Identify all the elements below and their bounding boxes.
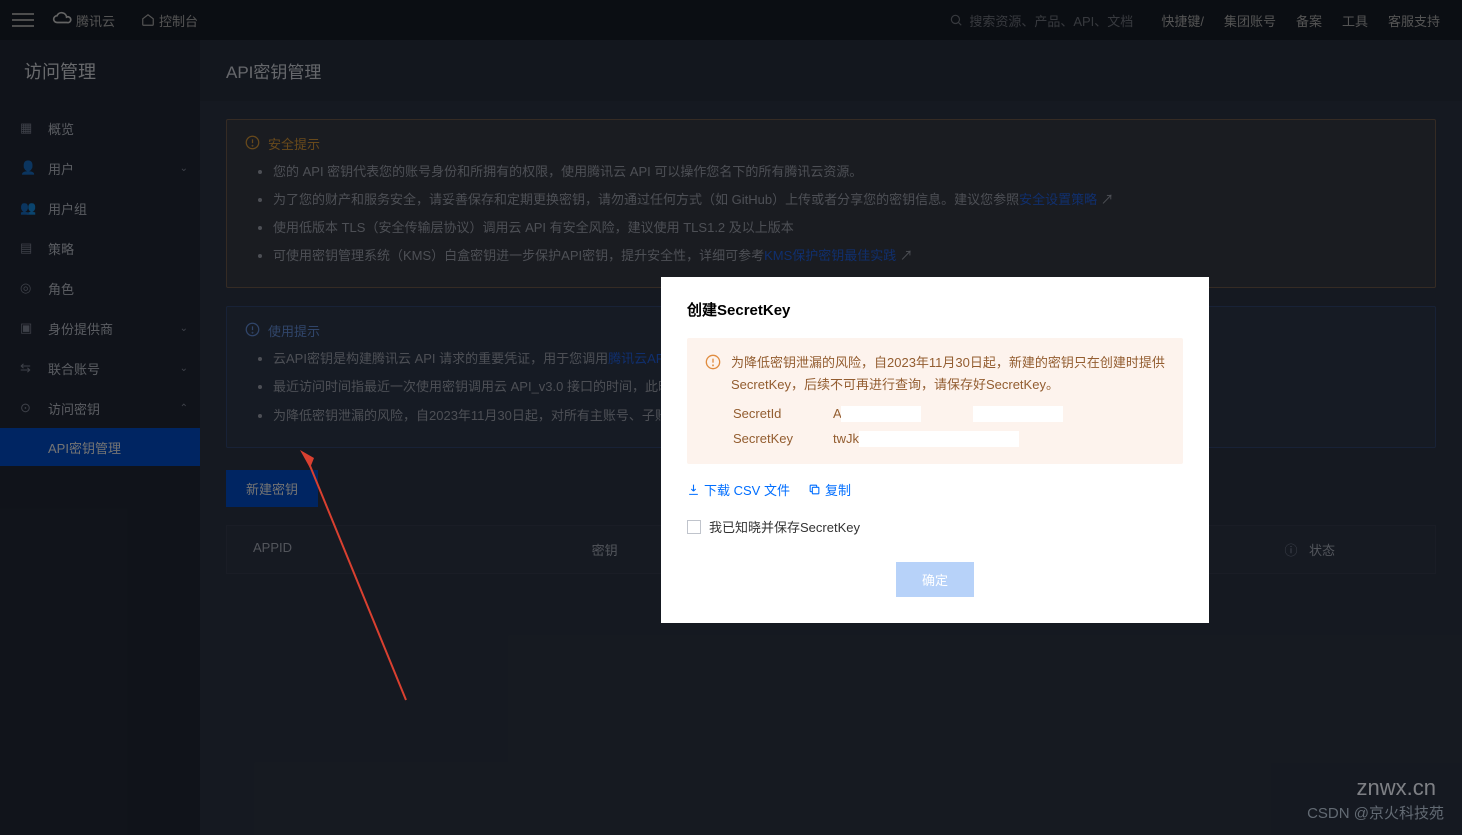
create-secretkey-modal: 创建SecretKey 为降低密钥泄漏的风险，自2023年11月30日起，新建的… — [661, 277, 1209, 623]
modal-warning-box: 为降低密钥泄漏的风险，自2023年11月30日起，新建的密钥只在创建时提供Sec… — [687, 338, 1183, 464]
download-csv-link[interactable]: 下载 CSV 文件 — [687, 480, 790, 499]
secret-id-value: A sea — [833, 406, 866, 421]
checkbox[interactable] — [687, 520, 701, 534]
watermark: CSDN @京火科技苑 — [1307, 802, 1444, 823]
checkbox-label: 我已知晓并保存SecretKey — [709, 517, 860, 536]
copy-link[interactable]: 复制 — [808, 480, 851, 499]
modal-title: 创建SecretKey — [661, 277, 1209, 338]
watermark: znwx.cn — [1357, 775, 1436, 801]
secret-key-label: SecretKey — [733, 431, 833, 446]
secret-id-row: SecretId A sea — [705, 406, 1165, 421]
acknowledge-checkbox-row[interactable]: 我已知晓并保存SecretKey — [687, 517, 1183, 536]
modal-warning-text: 为降低密钥泄漏的风险，自2023年11月30日起，新建的密钥只在创建时提供Sec… — [731, 352, 1165, 396]
secret-id-label: SecretId — [733, 406, 833, 421]
confirm-button[interactable]: 确定 — [896, 562, 974, 597]
secret-key-value: twJk 27Y — [833, 431, 886, 446]
secret-key-row: SecretKey twJk 27Y — [705, 431, 1165, 446]
warning-icon — [705, 354, 721, 396]
